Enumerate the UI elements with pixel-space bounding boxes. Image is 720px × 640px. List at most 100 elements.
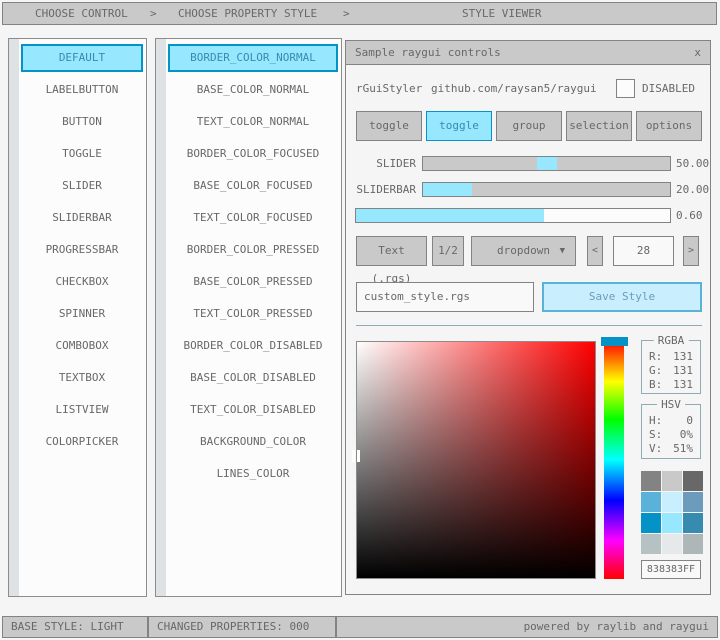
rgba-g-label: G:: [649, 364, 662, 378]
toggle-button-4[interactable]: options: [636, 111, 702, 141]
spinner-next-button[interactable]: >: [683, 236, 699, 266]
hue-bar[interactable]: [604, 341, 624, 579]
color-picker-cursor[interactable]: [352, 450, 363, 462]
divider: [356, 325, 702, 326]
list-item-labelbutton[interactable]: LABELBUTTON: [21, 76, 143, 104]
hsv-h-value: 0: [686, 414, 693, 428]
dropdown[interactable]: dropdown ▼: [471, 236, 576, 266]
hsv-v-value: 51%: [673, 442, 693, 456]
rgba-b-label: B:: [649, 378, 662, 392]
list-item-toggle[interactable]: TOGGLE: [21, 140, 143, 168]
slider-knob[interactable]: [537, 157, 557, 170]
hsv-s-label: S:: [649, 428, 662, 442]
filename-input[interactable]: custom_style.rgs: [356, 282, 534, 312]
window-title: Sample raygui controls: [346, 46, 501, 59]
list-item-base-color-pressed[interactable]: BASE_COLOR_PRESSED: [168, 268, 338, 296]
toggle-button-3[interactable]: selection: [566, 111, 632, 141]
toggle-group: toggle toggle group selection options: [356, 111, 702, 141]
list-item-text-color-pressed[interactable]: TEXT_COLOR_PRESSED: [168, 300, 338, 328]
list-item-text-color-focused[interactable]: TEXT_COLOR_FOCUSED: [168, 204, 338, 232]
list-item-progressbar[interactable]: PROGRESSBAR: [21, 236, 143, 264]
slider[interactable]: [422, 156, 671, 171]
style-palette-grid: [641, 471, 703, 554]
slider-value: 50.00: [676, 156, 709, 171]
list-item-text-color-disabled[interactable]: TEXT_COLOR_DISABLED: [168, 396, 338, 424]
list-item-border-color-focused[interactable]: BORDER_COLOR_FOCUSED: [168, 140, 338, 168]
list-item-checkbox[interactable]: CHECKBOX: [21, 268, 143, 296]
progress-value: 0.60: [676, 208, 703, 223]
list-item-base-color-normal[interactable]: BASE_COLOR_NORMAL: [168, 76, 338, 104]
palette-swatch: [683, 534, 703, 554]
hsv-s-value: 0%: [680, 428, 693, 442]
spinner-value-box[interactable]: 28: [613, 236, 674, 266]
list-item-slider[interactable]: SLIDER: [21, 172, 143, 200]
rgba-group-title: RGBA: [654, 334, 689, 347]
toggle-button-2[interactable]: group: [496, 111, 562, 141]
list-item-sliderbar[interactable]: SLIDERBAR: [21, 204, 143, 232]
sliderbar-label: SLIDERBAR: [356, 182, 416, 197]
list-item-base-color-disabled[interactable]: BASE_COLOR_DISABLED: [168, 364, 338, 392]
palette-swatch: [683, 471, 703, 491]
toggle-button-1[interactable]: toggle: [426, 111, 492, 141]
scrollbar[interactable]: [156, 39, 166, 596]
list-item-text-color-normal[interactable]: TEXT_COLOR_NORMAL: [168, 108, 338, 136]
color-picker[interactable]: [356, 341, 596, 579]
list-item-spinner[interactable]: SPINNER: [21, 300, 143, 328]
save-style-button[interactable]: Save Style: [542, 282, 702, 312]
hex-color-input[interactable]: 838383FF: [641, 560, 701, 579]
palette-swatch: [662, 471, 682, 491]
palette-swatch: [662, 513, 682, 533]
sliderbar-value: 20.00: [676, 182, 709, 197]
spinner-prev-button[interactable]: <: [587, 236, 603, 266]
rgba-r-value: 131: [673, 350, 693, 364]
sliderbar[interactable]: [422, 182, 671, 197]
breadcrumb-step-choose-control: CHOOSE CONTROL: [35, 3, 128, 24]
list-item-border-color-normal[interactable]: BORDER_COLOR_NORMAL: [168, 44, 338, 72]
scrollbar[interactable]: [9, 39, 19, 596]
palette-swatch: [683, 513, 703, 533]
statusbar-base-style: BASE STYLE: LIGHT: [2, 616, 148, 638]
chevron-right-icon: >: [150, 3, 157, 24]
toggle-button-0[interactable]: toggle: [356, 111, 422, 141]
statusbar-changed-properties: CHANGED PROPERTIES: 000: [148, 616, 336, 638]
text-rgs-button[interactable]: Text (.rgs): [356, 236, 427, 266]
breadcrumb: CHOOSE CONTROL > CHOOSE PROPERTY STYLE >…: [2, 2, 717, 25]
rgba-g-value: 131: [673, 364, 693, 378]
list-item-listview[interactable]: LISTVIEW: [21, 396, 143, 424]
list-item-background-color[interactable]: BACKGROUND_COLOR: [168, 428, 338, 456]
slider-label: SLIDER: [376, 156, 416, 171]
app-name-label: rGuiStyler: [356, 81, 422, 97]
list-item-combobox[interactable]: COMBOBOX: [21, 332, 143, 360]
list-item-border-color-pressed[interactable]: BORDER_COLOR_PRESSED: [168, 236, 338, 264]
list-item-textbox[interactable]: TEXTBOX: [21, 364, 143, 392]
list-item-colorpicker[interactable]: COLORPICKER: [21, 428, 143, 456]
list-item-default[interactable]: DEFAULT: [21, 44, 143, 72]
hsv-group: HSV H:0 S:0% V:51%: [641, 404, 701, 459]
hsv-v-label: V:: [649, 442, 662, 456]
close-icon[interactable]: x: [694, 41, 701, 64]
progress-bar: [355, 208, 671, 223]
list-item-border-color-disabled[interactable]: BORDER_COLOR_DISABLED: [168, 332, 338, 360]
dropdown-label: dropdown: [497, 244, 550, 257]
breadcrumb-step-choose-property-style: CHOOSE PROPERTY STYLE: [178, 3, 317, 24]
disabled-checkbox[interactable]: [616, 79, 635, 98]
chevron-down-icon: ▼: [560, 237, 565, 265]
disabled-checkbox-label: DISABLED: [642, 81, 695, 97]
palette-swatch: [683, 492, 703, 512]
palette-swatch: [641, 513, 661, 533]
palette-swatch: [662, 534, 682, 554]
list-item-base-color-focused[interactable]: BASE_COLOR_FOCUSED: [168, 172, 338, 200]
hue-cursor[interactable]: [601, 337, 628, 346]
half-button[interactable]: 1/2: [432, 236, 464, 266]
list-item-lines-color[interactable]: LINES_COLOR: [168, 460, 338, 488]
sliderbar-fill: [423, 183, 472, 196]
property-list: BORDER_COLOR_NORMAL BASE_COLOR_NORMAL TE…: [155, 38, 342, 597]
palette-swatch: [662, 492, 682, 512]
repo-label: github.com/raysan5/raygui: [431, 81, 597, 97]
list-item-button[interactable]: BUTTON: [21, 108, 143, 136]
style-viewer-window: Sample raygui controls x rGuiStyler gith…: [345, 40, 711, 595]
window-titlebar[interactable]: Sample raygui controls x: [346, 41, 710, 65]
palette-swatch: [641, 492, 661, 512]
breadcrumb-step-style-viewer: STYLE VIEWER: [462, 3, 541, 24]
control-list: DEFAULT LABELBUTTON BUTTON TOGGLE SLIDER…: [8, 38, 147, 597]
